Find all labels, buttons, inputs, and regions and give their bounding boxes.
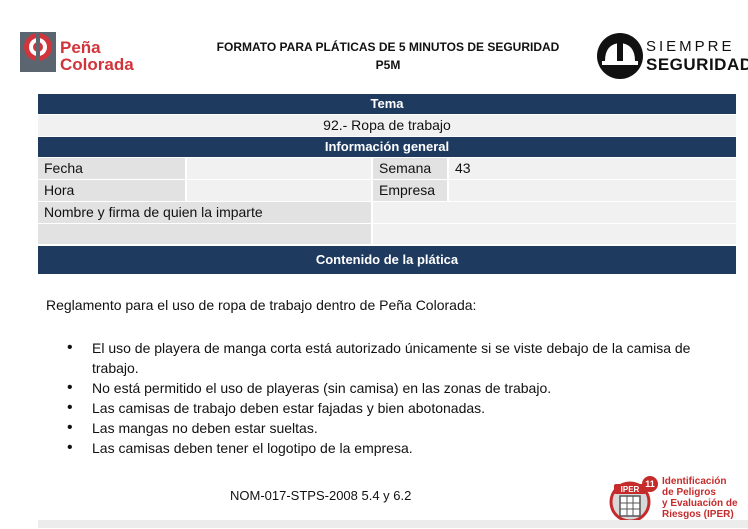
signature-area-right[interactable]	[373, 224, 736, 244]
siempre-seguridad-logo: SIEMPRE SEGURIDAD	[592, 30, 748, 82]
iper-badge: IPER 11	[608, 474, 660, 524]
title-line2: P5M	[375, 58, 401, 72]
tema-heading: Tema	[38, 94, 736, 114]
brand-name: Peña Colorada	[60, 39, 134, 73]
hardhat-icon	[597, 33, 643, 79]
tema-value: 92.- Ropa de trabajo	[38, 115, 736, 136]
semana-field[interactable]: 43	[449, 158, 736, 179]
pena-colorada-logo-icon	[20, 32, 56, 72]
brand-line2: Colorada	[60, 55, 134, 74]
iper-caption-line4: Riesgos (IPER)	[662, 509, 734, 520]
page-title: FORMATO PARA PLÁTICAS DE 5 MINUTOS DE SE…	[190, 38, 586, 74]
norma-reference: NOM-017-STPS-2008 5.4 y 6.2	[230, 488, 412, 503]
list-item: Las camisas de trabajo deben estar fajad…	[46, 398, 726, 418]
pena-colorada-logo: Peña Colorada	[20, 28, 150, 74]
info-heading: Información general	[38, 137, 736, 157]
list-item: No está permitido el uso de playeras (si…	[46, 378, 726, 398]
contenido-intro: Reglamento para el uso de ropa de trabaj…	[46, 297, 477, 313]
nombre-label: Nombre y firma de quien la imparte	[38, 202, 371, 223]
contenido-list: El uso de playera de manga corta está au…	[46, 338, 726, 458]
iper-caption: Identificación de Peligros y Evaluación …	[662, 476, 742, 520]
brand-line1: Peña	[60, 38, 101, 57]
footer-strip	[38, 520, 748, 528]
iper-badge-number: 11	[645, 479, 655, 489]
list-item: Las camisas deben tener el logotipo de l…	[46, 438, 726, 458]
right-logo-line2: SEGURIDAD	[646, 55, 748, 74]
nombre-field[interactable]	[373, 202, 736, 223]
empresa-label: Empresa	[373, 180, 447, 201]
hora-field[interactable]	[187, 180, 371, 201]
right-logo-line1: SIEMPRE	[646, 38, 735, 55]
list-item: Las mangas no deben estar sueltas.	[46, 418, 726, 438]
list-item: El uso de playera de manga corta está au…	[46, 338, 726, 378]
contenido-heading: Contenido de la plática	[38, 246, 736, 274]
fecha-label: Fecha	[38, 158, 185, 179]
iper-caption-line2: de Peligros	[662, 487, 716, 498]
hora-label: Hora	[38, 180, 185, 201]
fecha-field[interactable]	[187, 158, 371, 179]
iper-badge-label: IPER	[621, 485, 640, 494]
title-line1: FORMATO PARA PLÁTICAS DE 5 MINUTOS DE SE…	[216, 40, 560, 54]
semana-label: Semana	[373, 158, 447, 179]
iper-badge-icon: IPER 11	[609, 476, 658, 523]
signature-area-left[interactable]	[38, 224, 371, 244]
empresa-field[interactable]	[449, 180, 736, 201]
iper-caption-line3: y Evaluación de	[662, 498, 738, 509]
iper-caption-line1: Identificación	[662, 476, 727, 487]
